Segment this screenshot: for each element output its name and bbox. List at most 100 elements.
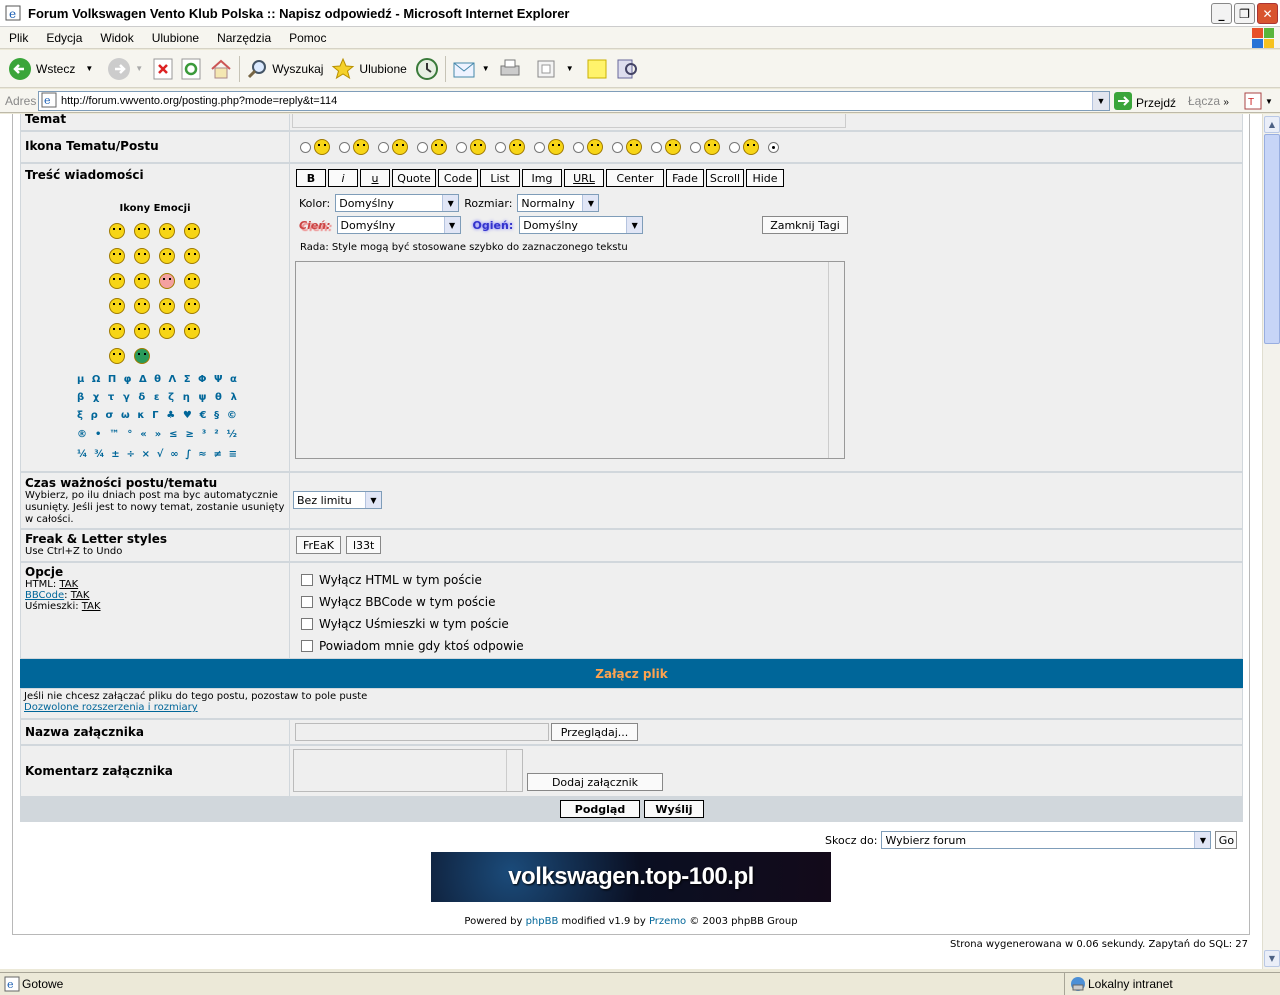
- discuss-button[interactable]: [586, 58, 608, 80]
- emoticon[interactable]: [159, 223, 175, 239]
- symbol[interactable]: ≠: [213, 449, 221, 467]
- search-button[interactable]: Wyszukaj: [246, 58, 323, 80]
- html-status[interactable]: TAK: [59, 579, 78, 590]
- symbol[interactable]: ε: [154, 392, 160, 410]
- symbol[interactable]: ¼: [77, 449, 87, 467]
- disable-smilies-checkbox[interactable]: [301, 618, 313, 630]
- symbol[interactable]: Λ: [169, 374, 177, 392]
- symbol[interactable]: μ: [77, 374, 84, 392]
- symbol[interactable]: α: [230, 374, 237, 392]
- symbol[interactable]: χ: [93, 392, 99, 410]
- emoticon[interactable]: [159, 323, 175, 339]
- address-input[interactable]: e http://forum.vwvento.org/posting.php?m…: [38, 91, 1110, 111]
- attach-comment-textarea[interactable]: [293, 749, 523, 792]
- emoticon[interactable]: [109, 323, 125, 339]
- symbol[interactable]: ζ: [168, 392, 174, 410]
- fade-button[interactable]: Fade: [666, 169, 704, 187]
- icon-radio[interactable]: [339, 141, 350, 153]
- disable-html-checkbox[interactable]: [301, 574, 313, 586]
- icon-radio[interactable]: [573, 141, 584, 153]
- symbol[interactable]: Γ: [152, 410, 158, 429]
- icon-radio[interactable]: [534, 141, 545, 153]
- emoticon[interactable]: [159, 248, 175, 264]
- icon-radio[interactable]: [300, 141, 311, 153]
- links-button[interactable]: Łącza »: [1188, 94, 1229, 108]
- symbol[interactable]: ³: [202, 429, 206, 449]
- quote-button[interactable]: Quote: [392, 169, 436, 187]
- emoticon[interactable]: [109, 348, 125, 364]
- emoticon[interactable]: [109, 298, 125, 314]
- symbol[interactable]: ¾: [94, 449, 104, 467]
- symbol[interactable]: ≈: [198, 449, 206, 467]
- smilies-status[interactable]: TAK: [82, 601, 101, 612]
- emoticon[interactable]: [159, 298, 175, 314]
- symbol[interactable]: Φ: [198, 374, 207, 392]
- icon-radio-none[interactable]: [768, 141, 779, 153]
- emoticon[interactable]: [184, 223, 200, 239]
- symbol[interactable]: ∫: [185, 449, 191, 467]
- symbol[interactable]: ©: [227, 410, 237, 429]
- symbol[interactable]: ≤: [169, 429, 177, 449]
- phpbb-link[interactable]: phpBB: [526, 916, 559, 927]
- symbol[interactable]: ≥: [186, 429, 194, 449]
- maximize-button[interactable]: ❐: [1234, 3, 1255, 24]
- stop-button[interactable]: [153, 58, 173, 80]
- back-button[interactable]: Wstecz ▼: [8, 57, 93, 81]
- symbol[interactable]: θ: [215, 392, 222, 410]
- mail-button[interactable]: ▼: [452, 58, 490, 80]
- symbol[interactable]: ♣: [166, 410, 175, 429]
- scroll-down-icon[interactable]: ▼: [1264, 950, 1280, 967]
- icon-radio[interactable]: [612, 141, 623, 153]
- emoticon[interactable]: [134, 323, 150, 339]
- bold-button[interactable]: B: [296, 169, 326, 187]
- size-select[interactable]: Normalny ▼: [517, 194, 600, 212]
- menu-tools[interactable]: Narzędzia: [208, 31, 280, 45]
- preview-button[interactable]: Podgląd: [560, 800, 640, 818]
- emoticon[interactable]: [109, 248, 125, 264]
- refresh-button[interactable]: [181, 58, 201, 80]
- icon-radio[interactable]: [495, 141, 506, 153]
- chevron-down-icon[interactable]: ▼: [135, 64, 143, 73]
- chevron-down-icon[interactable]: ▼: [85, 64, 93, 73]
- menu-view[interactable]: Widok: [91, 31, 142, 45]
- code-button[interactable]: Code: [438, 169, 478, 187]
- symbol[interactable]: ξ: [77, 410, 83, 429]
- favorites-button[interactable]: Ulubione: [331, 57, 407, 81]
- symbol[interactable]: Π: [108, 374, 116, 392]
- notify-checkbox[interactable]: [301, 640, 313, 652]
- file-input[interactable]: [295, 723, 549, 741]
- hide-button[interactable]: Hide: [746, 169, 784, 187]
- symbol[interactable]: θ: [154, 374, 161, 392]
- menu-favorites[interactable]: Ulubione: [143, 31, 208, 45]
- icon-radio[interactable]: [690, 141, 701, 153]
- img-button[interactable]: Img: [522, 169, 562, 187]
- symbol[interactable]: γ: [123, 392, 130, 410]
- scroll-thumb[interactable]: [1264, 134, 1280, 344]
- history-button[interactable]: [415, 57, 439, 81]
- symbol[interactable]: ψ: [198, 392, 206, 410]
- emoticon[interactable]: [134, 298, 150, 314]
- emoticon[interactable]: [184, 298, 200, 314]
- symbol[interactable]: Ψ: [214, 374, 223, 392]
- symbol[interactable]: ∞: [170, 449, 178, 467]
- print-button[interactable]: [498, 58, 522, 80]
- symbol[interactable]: λ: [231, 392, 237, 410]
- chevron-down-icon[interactable]: ▼: [482, 64, 490, 73]
- center-button[interactable]: Center: [606, 169, 664, 187]
- allowed-extensions-link[interactable]: Dozwolone rozszerzenia i rozmiary: [24, 702, 1239, 713]
- symbol[interactable]: ρ: [91, 410, 98, 429]
- symbol[interactable]: »: [155, 429, 161, 449]
- freak-button[interactable]: FrEaK: [296, 536, 341, 554]
- banner-image[interactable]: volkswagen.top-100.pl: [431, 852, 831, 902]
- emoticon[interactable]: [159, 273, 175, 289]
- symbol[interactable]: β: [77, 392, 84, 410]
- symbol[interactable]: ×: [142, 449, 150, 467]
- symbol[interactable]: Σ: [184, 374, 191, 392]
- symbol[interactable]: δ: [138, 392, 145, 410]
- shadow-select[interactable]: Domyślny ▼: [336, 216, 461, 234]
- icon-radio[interactable]: [729, 141, 740, 153]
- symbol[interactable]: ™: [109, 429, 119, 449]
- research-button[interactable]: [616, 58, 638, 80]
- symbol[interactable]: ≡: [229, 449, 237, 467]
- vertical-scrollbar[interactable]: ▲ ▼: [1262, 114, 1280, 969]
